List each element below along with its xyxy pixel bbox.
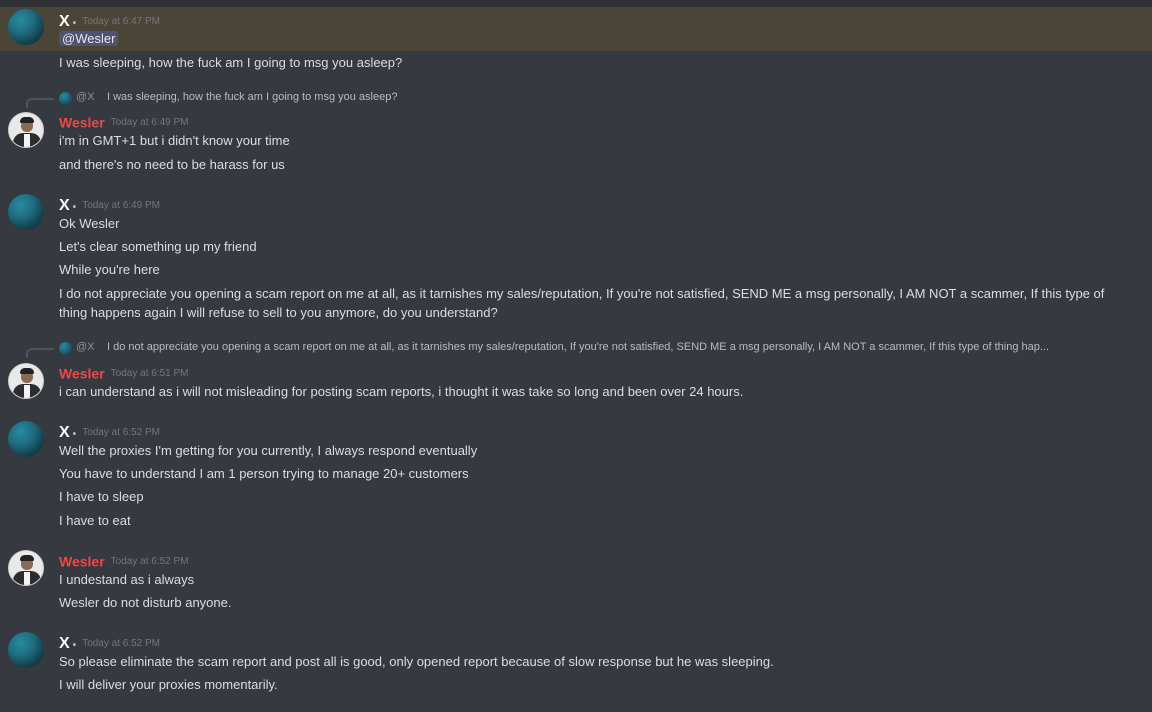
mention-wesler[interactable]: @Wesler (59, 31, 119, 46)
avatar-x[interactable] (8, 421, 44, 457)
reply-avatar (59, 92, 72, 105)
message-header: X • Today at 6:49 PM (59, 195, 161, 214)
message-line: Ok Wesler (59, 216, 120, 231)
message-line: I have to sleep (59, 489, 144, 504)
username-x[interactable]: X • (59, 424, 76, 441)
username-wesler[interactable]: Wesler (59, 554, 105, 570)
message-line: I will deliver your proxies momentarily. (59, 677, 278, 692)
message-line: I undestand as i always (59, 572, 195, 587)
message-line: Wesler do not disturb anyone. (59, 595, 232, 610)
message-header: X • Today at 6:47 PM (59, 11, 161, 30)
avatar-wesler[interactable] (8, 363, 44, 399)
message-line: So please eliminate the scam report and … (59, 654, 774, 669)
top-divider (0, 0, 1152, 7)
avatar-wesler[interactable] (8, 550, 44, 586)
reply-spine-icon (26, 348, 54, 358)
message-header: X • Today at 6:52 PM (59, 422, 161, 441)
avatar-x[interactable] (8, 9, 44, 45)
message-header: Wesler Today at 6:52 PM (59, 551, 189, 570)
message-header: Wesler Today at 6:49 PM (59, 112, 189, 131)
reply-avatar (59, 342, 72, 355)
message-line: You have to understand I am 1 person try… (59, 466, 469, 481)
timestamp: Today at 6:47 PM (82, 16, 161, 27)
message-header: Wesler Today at 6:51 PM (59, 363, 189, 382)
message-header: X • Today at 6:52 PM (59, 633, 161, 652)
message-line: @Wesler (59, 30, 119, 47)
reply-author[interactable]: @X (76, 91, 95, 103)
message-line: Let's clear something up my friend (59, 239, 257, 254)
message-line: While you're here (59, 262, 160, 277)
reply-reference[interactable]: @X I do not appreciate you opening a sca… (26, 340, 1146, 358)
timestamp: Today at 6:52 PM (82, 427, 161, 438)
mention-highlight (0, 7, 1152, 51)
message-line: I have to eat (59, 513, 131, 528)
timestamp: Today at 6:51 PM (110, 368, 189, 379)
message-line: i'm in GMT+1 but i didn't know your time (59, 133, 290, 148)
username-wesler[interactable]: Wesler (59, 366, 105, 382)
username-x[interactable]: X • (59, 635, 76, 652)
avatar-x[interactable] (8, 632, 44, 668)
username-x[interactable]: X • (59, 197, 76, 214)
timestamp: Today at 6:52 PM (82, 638, 161, 649)
timestamp: Today at 6:49 PM (110, 117, 189, 128)
reply-text[interactable]: I was sleeping, how the fuck am I going … (107, 91, 1117, 103)
message-line: Well the proxies I'm getting for you cur… (59, 443, 478, 458)
reply-text[interactable]: I do not appreciate you opening a scam r… (107, 341, 1117, 353)
timestamp: Today at 6:52 PM (110, 556, 189, 567)
avatar-x[interactable] (8, 194, 44, 230)
username-x[interactable]: X • (59, 13, 76, 30)
reply-reference[interactable]: @X I was sleeping, how the fuck am I goi… (26, 90, 1146, 108)
message-line: I was sleeping, how the fuck am I going … (59, 55, 403, 70)
message-line: i can understand as i will not misleadin… (59, 384, 744, 399)
timestamp: Today at 6:49 PM (82, 200, 161, 211)
message-line: and there's no need to be harass for us (59, 157, 285, 172)
message-line: I do not appreciate you opening a scam r… (59, 286, 1105, 320)
chat-window: X • Today at 6:47 PM @Wesler I was sleepin… (0, 0, 1152, 712)
username-wesler[interactable]: Wesler (59, 115, 105, 131)
reply-spine-icon (26, 98, 54, 108)
avatar-wesler[interactable] (8, 112, 44, 148)
reply-author[interactable]: @X (76, 341, 95, 353)
